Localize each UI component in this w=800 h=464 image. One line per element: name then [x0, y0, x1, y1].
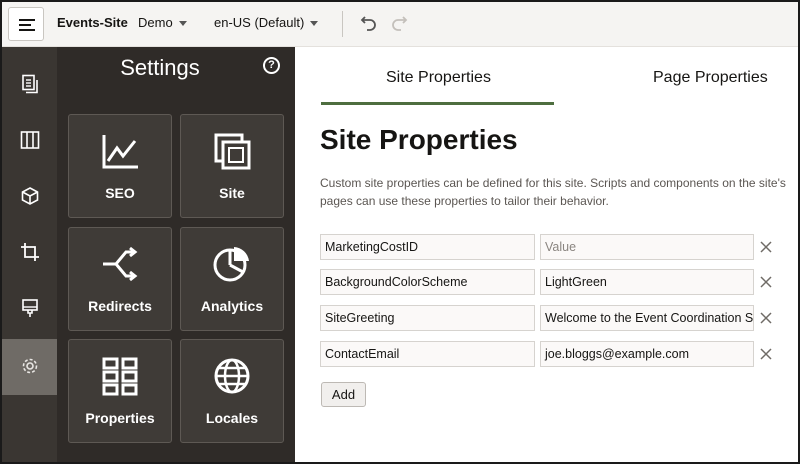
property-value-field[interactable]: joe.bloggs@example.com [540, 341, 754, 367]
rail-item-pages[interactable] [2, 57, 57, 113]
panel-title: Settings [120, 55, 200, 80]
remove-icon[interactable] [759, 275, 773, 289]
analytics-pie-icon [213, 247, 249, 282]
menu-line [19, 29, 35, 31]
add-property-button[interactable]: Add [321, 382, 366, 407]
hamburger-menu-button[interactable] [8, 7, 44, 41]
tile-seo[interactable]: SEO [68, 114, 172, 218]
help-icon[interactable]: ? [263, 57, 280, 74]
repository-select[interactable]: Demo [138, 15, 173, 30]
chevron-down-icon[interactable] [179, 21, 187, 26]
tile-label: Properties [85, 410, 155, 426]
tile-locales[interactable]: Locales [180, 339, 284, 443]
gear-icon [22, 358, 38, 374]
chevron-down-icon[interactable] [310, 21, 318, 26]
tile-label: SEO [105, 185, 135, 201]
property-name-field[interactable]: ContactEmail [320, 341, 535, 367]
rail-item-layout[interactable] [2, 113, 57, 169]
menu-line [19, 24, 31, 26]
property-name-field[interactable]: SiteGreeting [320, 305, 535, 331]
property-value-field[interactable]: Value [540, 234, 754, 260]
top-bar: Events-Site Demo en-US (Default) [2, 2, 798, 47]
tile-label: Site [219, 185, 245, 201]
rail-item-settings[interactable] [2, 339, 57, 395]
remove-icon[interactable] [759, 347, 773, 361]
themes-icon [21, 187, 39, 205]
rail-item-media[interactable] [2, 225, 57, 281]
crop-icon [21, 243, 39, 261]
tile-analytics[interactable]: Analytics [180, 227, 284, 331]
tile-label: Locales [205, 410, 259, 426]
tile-properties[interactable]: Properties [68, 339, 172, 443]
redirects-icon [103, 246, 138, 282]
rail-item-components[interactable] [2, 169, 57, 225]
tile-site[interactable]: Site [180, 114, 284, 218]
redo-icon[interactable] [390, 13, 408, 31]
seo-chart-icon [102, 135, 138, 169]
settings-panel: Settings ? SEO Site Redirects Analytics … [57, 47, 295, 462]
page-title: Site Properties [320, 124, 518, 155]
property-value-field[interactable]: Welcome to the Event Coordination Si [540, 305, 754, 331]
app-frame: Events-Site Demo en-US (Default) Setting… [0, 0, 800, 464]
tile-label: Redirects [88, 298, 152, 314]
stamp-icon [22, 299, 38, 317]
tile-redirects[interactable]: Redirects [68, 227, 172, 331]
components-icon [20, 131, 40, 149]
undo-icon[interactable] [360, 13, 378, 31]
left-rail [2, 47, 57, 462]
remove-icon[interactable] [759, 240, 773, 254]
active-tab-indicator [321, 102, 554, 105]
tab-page-properties[interactable]: Page Properties [653, 69, 768, 87]
rail-item-style[interactable] [2, 281, 57, 337]
site-pages-icon [214, 133, 251, 170]
pages-icon [22, 74, 38, 94]
property-name-field[interactable]: BackgroundColorScheme [320, 269, 535, 295]
remove-icon[interactable] [759, 311, 773, 325]
property-name-field[interactable]: MarketingCostID [320, 234, 535, 260]
properties-grid-icon [102, 357, 138, 396]
page-description: Custom site properties can be defined fo… [320, 176, 786, 208]
menu-line [19, 19, 35, 21]
tab-site-properties[interactable]: Site Properties [386, 69, 491, 87]
toolbar-divider [342, 11, 343, 37]
globe-icon [214, 358, 250, 394]
main-content: Site Properties Page Properties Site Pro… [295, 47, 798, 462]
locale-select[interactable]: en-US (Default) [214, 15, 304, 30]
property-value-field[interactable]: LightGreen [540, 269, 754, 295]
tile-label: Analytics [200, 298, 264, 314]
site-name: Events-Site [57, 15, 128, 30]
